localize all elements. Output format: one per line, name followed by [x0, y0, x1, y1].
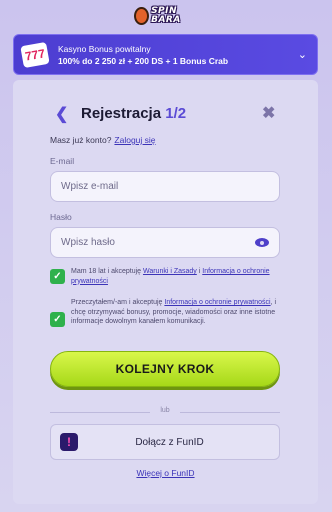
- funid-join-button[interactable]: ! Dołącz z FunID: [50, 424, 280, 460]
- password-field-wrapper: [50, 227, 280, 258]
- funid-button-label: Dołącz z FunID: [135, 436, 204, 448]
- bonus-offer: 100% do 2 250 zł + 200 DS + 1 Bonus Crab: [58, 55, 229, 66]
- brand-logo[interactable]: SPIN BARA: [134, 4, 198, 28]
- email-field[interactable]: [61, 181, 269, 192]
- login-link[interactable]: Zaloguj się: [114, 135, 155, 145]
- bonus-title: Kasyno Bonus powitalny: [58, 43, 151, 54]
- funid-logo-icon: !: [60, 433, 78, 451]
- more-about-funid-link[interactable]: Więcej o FunID: [13, 468, 318, 478]
- age-consent-row: ✓ Mam 18 lat i akceptuję Warunki i Zasad…: [50, 267, 281, 286]
- page-title: Rejestracja 1/2: [81, 105, 186, 122]
- marketing-consent-row: ✓ Przeczytałem/-am i akceptuję Informacj…: [50, 298, 281, 327]
- age-consent-text: Mam 18 lat i akceptuję Warunki i Zasady …: [71, 267, 281, 286]
- step-indicator: 1/2: [165, 105, 187, 122]
- next-step-button[interactable]: KOLEJNY KROK: [50, 351, 280, 387]
- show-password-eye-icon[interactable]: [255, 238, 269, 247]
- chevron-down-icon[interactable]: ⌄: [298, 48, 307, 61]
- back-arrow-icon[interactable]: ❮: [55, 104, 68, 124]
- age-consent-checkbox[interactable]: ✓: [50, 269, 65, 284]
- or-divider: lub: [50, 407, 280, 417]
- close-icon[interactable]: ✖: [262, 103, 275, 123]
- password-field[interactable]: [61, 237, 255, 248]
- welcome-bonus-banner[interactable]: 777 Kasyno Bonus powitalny 100% do 2 250…: [13, 34, 318, 75]
- 777-slot-icon: 777: [20, 41, 50, 68]
- capybara-mascot-icon: [134, 7, 150, 25]
- title-text: Rejestracja: [81, 105, 162, 122]
- registration-card: ❮ Rejestracja 1/2 ✖ Masz już konto? Zalog…: [13, 80, 318, 504]
- marketing-consent-prefix: Przeczytałem/-am i akceptuję: [71, 299, 165, 306]
- logo-text: SPIN BARA: [151, 6, 181, 25]
- email-label: E-mail: [50, 156, 75, 166]
- login-prompt: Masz już konto? Zaloguj się: [50, 135, 156, 145]
- password-label: Hasło: [50, 212, 72, 222]
- privacy-link-marketing[interactable]: Informacja o ochronie prywatności: [164, 299, 270, 306]
- marketing-consent-text: Przeczytałem/-am i akceptuję Informacja …: [71, 298, 281, 327]
- divider-line-right: [180, 412, 280, 413]
- have-account-text: Masz już konto?: [50, 135, 112, 145]
- age-consent-prefix: Mam 18 lat i akceptuję: [71, 268, 143, 275]
- marketing-consent-checkbox[interactable]: ✓: [50, 312, 65, 327]
- email-field-wrapper: [50, 171, 280, 202]
- terms-link[interactable]: Warunki i Zasady: [143, 268, 197, 275]
